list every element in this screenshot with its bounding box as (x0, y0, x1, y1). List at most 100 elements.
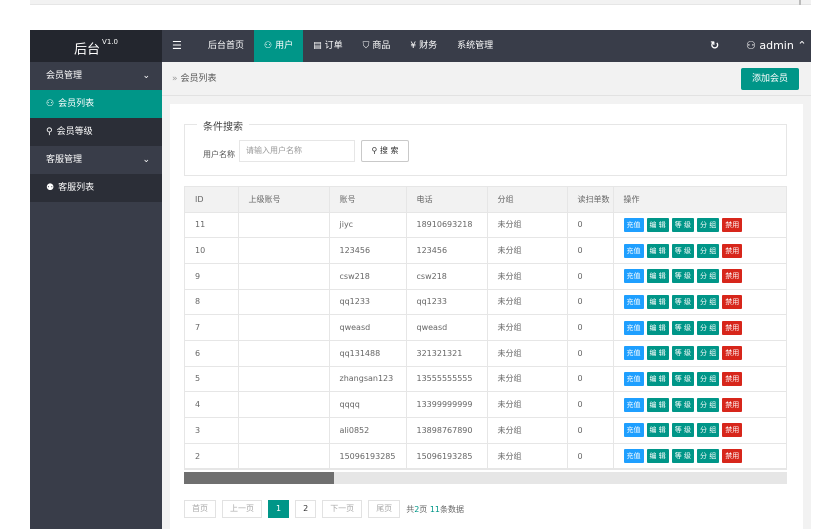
recharge-button[interactable]: 充值 (623, 320, 644, 335)
group-button[interactable]: 分 组 (696, 371, 720, 386)
nav-item-1[interactable]: ⚇ 用户 (254, 30, 304, 62)
add-member-button[interactable]: 添加会员 (741, 68, 799, 90)
level-button[interactable]: 等 级 (671, 243, 694, 258)
nav-item-label: 订单 (324, 41, 343, 51)
sidebar-item-member-level[interactable]: ⚲ 会员等级 (30, 118, 162, 146)
actions-cell: 充值编 辑等 级分 组禁用 (613, 391, 786, 418)
level-button[interactable]: 等 级 (671, 294, 694, 309)
actions-cell: 充值编 辑等 级分 组禁用 (613, 289, 786, 316)
table-cell: 未分组 (487, 314, 568, 341)
disable-button[interactable]: 禁用 (722, 346, 743, 361)
group-button[interactable]: 分 组 (696, 217, 720, 232)
user-menu[interactable]: ⚇ admin ⌃ (746, 30, 807, 62)
nav-item-3[interactable]: ⛉ 商品 (353, 30, 401, 62)
group-button[interactable]: 分 组 (696, 243, 720, 258)
edit-button[interactable]: 编 辑 (646, 294, 669, 309)
group-button[interactable]: 分 组 (696, 423, 720, 438)
level-button[interactable]: 等 级 (671, 346, 694, 361)
table-cell: 0 (567, 212, 614, 239)
page-button-1[interactable]: 1 (268, 500, 290, 518)
scrollbar-thumb[interactable] (184, 472, 334, 484)
table-cell: 0 (567, 391, 614, 418)
disable-button[interactable]: 禁用 (722, 243, 743, 258)
level-button[interactable]: 等 级 (671, 320, 694, 335)
disable-button[interactable]: 禁用 (722, 269, 743, 284)
nav-item-0[interactable]: 后台首页 (198, 30, 254, 62)
recharge-button[interactable]: 充值 (623, 371, 644, 386)
recharge-button[interactable]: 充值 (623, 449, 644, 464)
prev-page-button[interactable]: 上一页 (222, 500, 262, 518)
table-cell: 2 (185, 443, 239, 469)
disable-button[interactable]: 禁用 (722, 217, 743, 232)
disable-button[interactable]: 禁用 (722, 294, 743, 309)
recharge-button[interactable]: 充值 (623, 217, 644, 232)
refresh-icon[interactable]: ↻ (710, 30, 719, 62)
table-cell: 0 (567, 263, 614, 290)
group-button[interactable]: 分 组 (696, 320, 720, 335)
edit-button[interactable]: 编 辑 (646, 449, 669, 464)
recharge-button[interactable]: 充值 (623, 423, 644, 438)
level-button[interactable]: 等 级 (671, 449, 694, 464)
disable-button[interactable]: 禁用 (722, 320, 743, 335)
sidebar-group-service[interactable]: 客服管理 ⌄ (30, 146, 162, 174)
disable-button[interactable]: 禁用 (722, 449, 743, 464)
table-cell: 未分组 (487, 417, 568, 444)
table-cell (238, 366, 330, 393)
group-button[interactable]: 分 组 (696, 397, 720, 412)
sidebar-item-member-list[interactable]: ⚇ 会员列表 (30, 90, 162, 118)
table-row: 6 qq131488 321321321 未分组 0 充值编 辑等 级分 组禁用 (185, 340, 786, 367)
nav-item-4[interactable]: ¥ 财务 (400, 30, 447, 62)
nav-item-2[interactable]: ▤ 订单 (303, 30, 353, 62)
edit-button[interactable]: 编 辑 (646, 217, 669, 232)
table-cell: 13399999999 (406, 391, 488, 418)
group-button[interactable]: 分 组 (696, 449, 720, 464)
last-page-button[interactable]: 尾页 (368, 500, 401, 518)
recharge-button[interactable]: 充值 (623, 346, 644, 361)
brand-name: 后台 (74, 42, 101, 58)
recharge-button[interactable]: 充值 (623, 294, 644, 309)
next-page-button[interactable]: 下一页 (322, 500, 363, 518)
edit-button[interactable]: 编 辑 (646, 243, 669, 258)
sidebar-item-label: 会员等级 (56, 127, 93, 137)
group-button[interactable]: 分 组 (696, 346, 720, 361)
disable-button[interactable]: 禁用 (722, 423, 743, 438)
group-button[interactable]: 分 组 (696, 269, 720, 284)
level-button[interactable]: 等 级 (671, 371, 694, 386)
edit-button[interactable]: 编 辑 (646, 371, 669, 386)
user-name: admin (759, 39, 794, 52)
sidebar-group-member[interactable]: 会员管理 ⌄ (30, 62, 162, 90)
page-button-2[interactable]: 2 (295, 500, 317, 518)
level-button[interactable]: 等 级 (671, 217, 694, 232)
level-button[interactable]: 等 级 (671, 397, 694, 412)
level-button[interactable]: 等 级 (671, 423, 694, 438)
disable-button[interactable]: 禁用 (722, 371, 743, 386)
search-button[interactable]: ⚲ 搜 索 (361, 140, 409, 162)
group-button[interactable]: 分 组 (696, 294, 720, 309)
recharge-button[interactable]: 充值 (623, 397, 644, 412)
disable-button[interactable]: 禁用 (722, 397, 743, 412)
edit-button[interactable]: 编 辑 (646, 320, 669, 335)
actions-cell: 充值编 辑等 级分 组禁用 (613, 263, 786, 290)
edit-button[interactable]: 编 辑 (646, 346, 669, 361)
nav-item-5[interactable]: 系统管理 (447, 30, 503, 62)
table-cell (238, 340, 330, 367)
page-scrollbar[interactable] (799, 0, 801, 5)
menu-toggle-icon[interactable]: ☰ (172, 30, 182, 62)
recharge-button[interactable]: 充值 (623, 243, 644, 258)
table-cell: 0 (567, 443, 614, 469)
pagination-total: 共2页 11条数据 (406, 504, 464, 515)
breadcrumb: » 会员列表 (172, 62, 217, 96)
level-button[interactable]: 等 级 (671, 269, 694, 284)
first-page-button[interactable]: 首页 (184, 500, 216, 518)
order-icon: ▤ (313, 41, 322, 51)
horizontal-scrollbar[interactable] (184, 472, 787, 484)
table-cell: 18910693218 (406, 212, 488, 239)
edit-button[interactable]: 编 辑 (646, 397, 669, 412)
search-input[interactable]: 请输入用户名称 (239, 140, 355, 162)
recharge-button[interactable]: 充值 (623, 269, 644, 284)
table-cell: 7 (185, 314, 239, 341)
table-cell: 未分组 (487, 366, 568, 393)
edit-button[interactable]: 编 辑 (646, 269, 669, 284)
edit-button[interactable]: 编 辑 (646, 423, 669, 438)
sidebar-item-service-list[interactable]: ⚉ 客服列表 (30, 174, 162, 202)
